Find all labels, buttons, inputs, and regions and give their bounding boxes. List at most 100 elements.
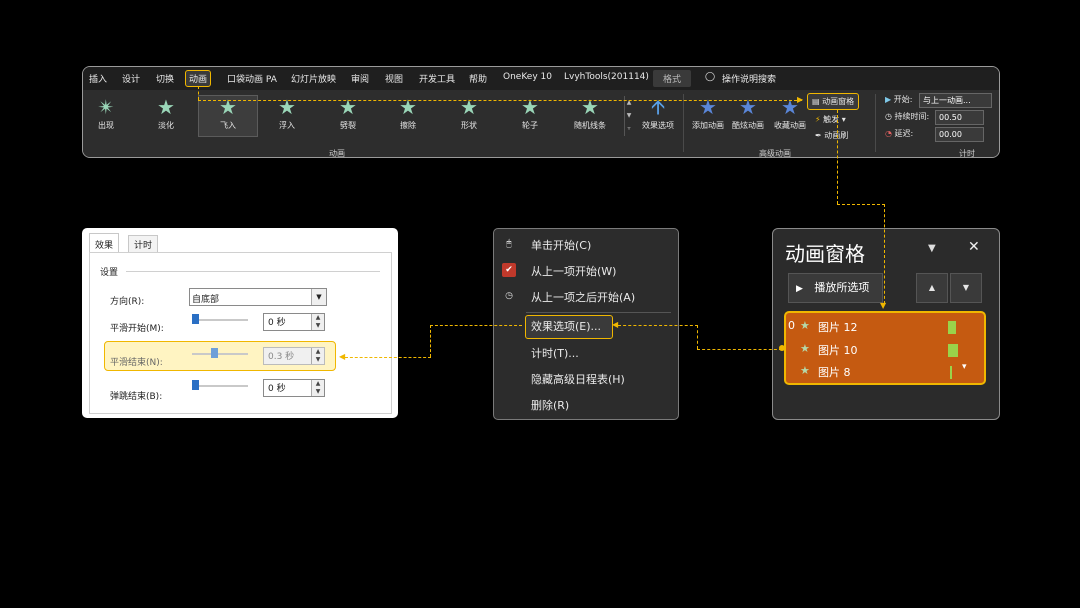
star-icon: ★	[800, 342, 810, 355]
duration-text: 持续时间:	[894, 112, 930, 121]
delay-label: ◔ 延迟:	[885, 128, 913, 139]
connector-dot	[779, 345, 785, 351]
effect-fade[interactable]: ★ 淡化	[137, 96, 195, 131]
tab-design[interactable]: 设计	[122, 72, 140, 85]
slider-thumb[interactable]	[192, 380, 199, 390]
play-selected-label: 播放所选项	[814, 281, 870, 294]
star-icon: ★	[800, 319, 810, 332]
menu-item-after-previous[interactable]: 从上一项之后开始(A)	[531, 289, 635, 305]
chevron-down-icon: ▼	[311, 289, 326, 305]
list-item[interactable]: 0 ★ 图片 12	[786, 319, 979, 339]
move-up-button[interactable]: ▲	[916, 273, 948, 303]
tab-help[interactable]: 帮助	[469, 72, 487, 85]
play-icon: ▶	[885, 95, 892, 104]
list-item[interactable]: ★ 图片 8 ▾	[786, 362, 979, 384]
item-name: 图片 10	[818, 344, 858, 357]
animation-pane-button[interactable]: ▤ 动画窗格	[807, 93, 860, 110]
group-label-animation: 动画	[329, 149, 345, 158]
connector-line	[837, 110, 839, 204]
item-index: 0	[788, 319, 795, 332]
tab-slideshow[interactable]: 幻灯片放映	[291, 72, 336, 85]
bounce-end-slider[interactable]	[192, 385, 248, 387]
spin-arrows-icon[interactable]: ▲ ▼	[311, 314, 324, 330]
timeline-bar[interactable]	[948, 321, 956, 334]
smooth-start-input[interactable]: 0 秒 ▲ ▼	[263, 313, 325, 331]
smooth-end-slider[interactable]	[192, 353, 248, 355]
arrow-right-icon: ▶	[797, 95, 804, 104]
direction-value: 自底部	[192, 295, 220, 305]
close-icon[interactable]: ✕	[968, 239, 980, 255]
direction-select[interactable]: 自底部 ▼	[189, 288, 327, 306]
smooth-end-value: 0.3 秒	[268, 352, 295, 362]
menu-item-hide-timeline[interactable]: 隐藏高级日程表(H)	[531, 371, 625, 387]
menu-divider	[526, 312, 671, 313]
pane-title: 动画窗格	[785, 242, 865, 266]
move-down-button[interactable]: ▼	[950, 273, 982, 303]
smooth-start-slider[interactable]	[192, 319, 248, 321]
duration-label: ◷ 持续时间:	[885, 111, 929, 122]
tab-review[interactable]: 审阅	[351, 72, 369, 85]
start-label: ▶ 开始:	[885, 94, 912, 105]
tab-effect[interactable]: 效果	[89, 233, 120, 253]
mouse-icon: 🖱	[506, 239, 512, 249]
delay-input[interactable]: 00.00	[935, 127, 984, 142]
list-item[interactable]: ★ 图片 10	[786, 342, 979, 362]
start-select[interactable]: 与上一动画...	[919, 93, 992, 108]
animation-pane: 动画窗格 ▼ ✕ ▶ 播放所选项 ▲ ▼ 0 ★ 图片 12 ★ 图片 10 ★…	[772, 228, 1000, 420]
lightning-icon: ⚡	[815, 115, 821, 124]
item-name: 图片 12	[818, 321, 858, 334]
timeline-bar[interactable]	[950, 366, 952, 379]
spin-arrows-icon[interactable]: ▲ ▼	[311, 348, 324, 364]
star-burst-icon: ✴	[97, 95, 115, 119]
menu-item-with-previous[interactable]: 从上一项开始(W)	[531, 263, 616, 279]
play-icon: ▶	[796, 284, 803, 294]
arrow-down-icon: ▼	[880, 301, 887, 310]
effect-options-dialog: 效果 计时 设置 方向(R): 自底部 ▼ 平滑开始(M): 0 秒 ▲ ▼ 平滑…	[82, 228, 398, 418]
animation-painter-button[interactable]: ✒ 动画刷	[815, 130, 848, 141]
item-name: 图片 8	[818, 366, 851, 379]
divider	[875, 94, 876, 152]
tab-lvyhtools[interactable]: LvyhTools(201114)	[564, 72, 649, 82]
connector-line	[198, 86, 200, 100]
slider-thumb[interactable]	[211, 348, 218, 358]
effect-label: 出现	[98, 121, 114, 130]
pane-options-icon[interactable]: ▼	[928, 243, 936, 254]
animation-list: 0 ★ 图片 12 ★ 图片 10 ★ 图片 8 ▾	[784, 311, 986, 385]
tab-onekey[interactable]: OneKey 10	[503, 72, 552, 82]
connector-line	[618, 325, 698, 327]
animation-context-menu: 🖱 单击开始(C) ✔ 从上一项开始(W) ◷ 从上一项之后开始(A) 效果选项…	[493, 228, 679, 420]
slider-thumb[interactable]	[192, 314, 199, 324]
tab-animations[interactable]: 动画	[185, 70, 212, 87]
duration-input[interactable]: 00.50	[935, 110, 984, 125]
menu-item-remove[interactable]: 删除(R)	[531, 397, 569, 413]
tell-me-search[interactable]: 操作说明搜索	[722, 72, 776, 85]
tab-transitions[interactable]: 切换	[156, 72, 174, 85]
effect-appear[interactable]: ✴ 出现	[83, 95, 135, 131]
connector-line	[198, 100, 802, 102]
smooth-end-input[interactable]: 0.3 秒 ▲ ▼	[263, 347, 325, 365]
start-text: 开始:	[893, 95, 913, 104]
smooth-start-label: 平滑开始(M):	[110, 324, 164, 334]
tab-timing[interactable]: 计时	[128, 235, 159, 253]
menu-item-on-click[interactable]: 单击开始(C)	[531, 237, 591, 253]
tab-view[interactable]: 视图	[385, 72, 403, 85]
animation-pane-label: 动画窗格	[822, 97, 855, 106]
star-icon: ★	[800, 364, 810, 377]
tab-format[interactable]: 格式	[653, 70, 692, 87]
menu-item-effect-options[interactable]: 效果选项(E)...	[531, 318, 601, 334]
tab-developer[interactable]: 开发工具	[419, 72, 455, 85]
spin-arrows-icon[interactable]: ▲ ▼	[311, 380, 324, 396]
tab-insert[interactable]: 插入	[89, 72, 107, 85]
timeline-bar[interactable]	[948, 344, 958, 357]
tab-pocket-animation[interactable]: 口袋动画 PA	[227, 72, 277, 85]
lightbulb-icon: ◯	[705, 72, 716, 82]
clock-icon: ◷	[505, 291, 513, 301]
play-selected-button[interactable]: ▶ 播放所选项	[788, 273, 883, 303]
chevron-down-icon[interactable]: ▾	[962, 362, 967, 372]
connector-line	[697, 349, 782, 351]
effect-label: 轮子	[522, 121, 538, 130]
bounce-end-input[interactable]: 0 秒 ▲ ▼	[263, 379, 325, 397]
trigger-button[interactable]: ⚡ 触发 ▾	[815, 114, 846, 125]
delay-text: 延迟:	[894, 129, 914, 138]
menu-item-timing[interactable]: 计时(T)...	[531, 345, 579, 361]
